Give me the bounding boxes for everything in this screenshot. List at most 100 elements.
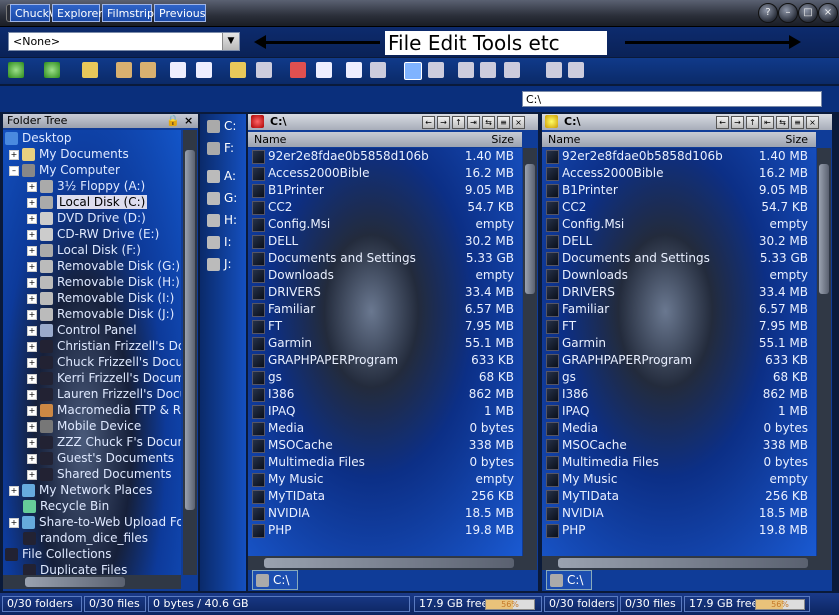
file-row[interactable]: My Music empty	[248, 471, 522, 488]
file-row[interactable]: PHP 19.8 MB	[542, 522, 816, 539]
file-row[interactable]: I386 862 MB	[542, 386, 816, 403]
file-row[interactable]: NVIDIA 18.5 MB	[248, 505, 522, 522]
scrollbar-thumb[interactable]	[558, 558, 808, 568]
tree-node[interactable]: + Removable Disk (H:)	[27, 274, 180, 290]
pane-tab[interactable]: C:\	[546, 570, 592, 590]
tree-node[interactable]: + My Documents	[9, 146, 129, 162]
file-row[interactable]: NVIDIA 18.5 MB	[542, 505, 816, 522]
console-icon[interactable]	[568, 62, 584, 78]
drive-button[interactable]: F:	[207, 140, 234, 156]
drive-button[interactable]: A:	[207, 168, 236, 184]
tab-explorer[interactable]: Explorer	[52, 4, 103, 22]
file-row[interactable]: Config.Msi empty	[542, 216, 816, 233]
up-folder-icon[interactable]	[82, 62, 98, 78]
tree-node[interactable]: + Control Panel	[27, 322, 137, 338]
file-row[interactable]: DRIVERS 33.4 MB	[248, 284, 522, 301]
vertical-scrollbar[interactable]	[523, 148, 537, 556]
maximize-button[interactable]: □	[798, 3, 818, 23]
find-icon[interactable]	[346, 62, 362, 78]
tree-node[interactable]: – My Computer	[9, 162, 120, 178]
column-size[interactable]: Size	[785, 132, 808, 147]
file-row[interactable]: DELL 30.2 MB	[248, 233, 522, 250]
tree-node[interactable]: + CD-RW Drive (E:)	[27, 226, 159, 242]
column-size[interactable]: Size	[491, 132, 514, 147]
drive-button[interactable]: H:	[207, 212, 237, 228]
tree-node[interactable]: random_dice_files	[23, 530, 148, 546]
paste-icon[interactable]	[170, 62, 186, 78]
file-row[interactable]: GRAPHPAPERProgram 633 KB	[248, 352, 522, 369]
drive-button[interactable]: J:	[207, 256, 232, 272]
drive-button[interactable]: I:	[207, 234, 232, 250]
tree-node[interactable]: + My Network Places	[9, 482, 152, 498]
drive-button[interactable]: G:	[207, 190, 237, 206]
tree-node[interactable]: + Removable Disk (I:)	[27, 290, 174, 306]
file-row[interactable]: Media 0 bytes	[248, 420, 522, 437]
file-row[interactable]: FT 7.95 MB	[542, 318, 816, 335]
tree-node-selected[interactable]: + Local Disk (C:)	[27, 194, 148, 210]
forward-icon[interactable]	[44, 62, 60, 78]
pane-tab[interactable]: C:\	[252, 570, 298, 590]
rename-icon[interactable]	[316, 62, 332, 78]
vertical-scrollbar[interactable]	[817, 148, 831, 556]
filmstrip-icon[interactable]	[428, 62, 444, 78]
chevron-down-icon[interactable]: ▼	[222, 33, 239, 50]
tree-node[interactable]: + Guest's Documents	[27, 450, 174, 466]
select-icon[interactable]	[504, 62, 520, 78]
tree-node[interactable]: +Macromedia FTP & RDS	[27, 402, 181, 418]
mail-icon[interactable]	[546, 62, 562, 78]
tree-node[interactable]: +Share-to-Web Upload Folder	[9, 514, 181, 530]
file-row[interactable]: Familiar 6.57 MB	[542, 301, 816, 318]
copy-icon[interactable]	[140, 62, 156, 78]
scrollbar-thumb[interactable]	[25, 577, 125, 587]
tree-node[interactable]: +ZZZ Chuck F's Documents	[27, 434, 181, 450]
tab-filmstrip[interactable]: Filmstrip	[102, 4, 154, 22]
file-row[interactable]: I386 862 MB	[248, 386, 522, 403]
file-row[interactable]: gs 68 KB	[248, 369, 522, 386]
tree-node[interactable]: + DVD Drive (D:)	[27, 210, 146, 226]
scrollbar-thumb[interactable]	[264, 558, 514, 568]
file-row[interactable]: DRIVERS 33.4 MB	[542, 284, 816, 301]
file-row[interactable]: Downloads empty	[248, 267, 522, 284]
dual-pane-icon[interactable]	[404, 62, 422, 80]
file-row[interactable]: 92er2e8fdae0b5858d106b 1.40 MB	[248, 148, 522, 165]
tree-node[interactable]: +Chuck Frizzell's Documents	[27, 354, 181, 370]
delete-icon[interactable]	[290, 62, 306, 78]
scrollbar-thumb[interactable]	[819, 164, 829, 294]
tree-node[interactable]: +Lauren Frizzell's Documents	[27, 386, 181, 402]
file-row[interactable]: IPAQ 1 MB	[248, 403, 522, 420]
tree-node[interactable]: Recycle Bin	[23, 498, 109, 514]
file-row[interactable]: MSOCache 338 MB	[542, 437, 816, 454]
copy-to-icon[interactable]	[196, 62, 212, 78]
file-row[interactable]: B1Printer 9.05 MB	[542, 182, 816, 199]
properties-icon[interactable]	[256, 62, 272, 78]
tab-chuck[interactable]: Chuck	[10, 4, 50, 22]
tree-node[interactable]: +3½ Floppy (A:)	[27, 178, 145, 194]
file-row[interactable]: Documents and Settings 5.33 GB	[542, 250, 816, 267]
tree-node[interactable]: + Shared Documents	[27, 466, 171, 482]
file-row[interactable]: CC2 54.7 KB	[248, 199, 522, 216]
file-row[interactable]: GRAPHPAPERProgram 633 KB	[542, 352, 816, 369]
column-name[interactable]: Name	[254, 132, 286, 147]
tree-node[interactable]: + Local Disk (F:)	[27, 242, 141, 258]
file-row[interactable]: Documents and Settings 5.33 GB	[248, 250, 522, 267]
file-row[interactable]: Familiar 6.57 MB	[248, 301, 522, 318]
tree-node[interactable]: + Removable Disk (G:)	[27, 258, 180, 274]
file-row[interactable]: B1Printer 9.05 MB	[248, 182, 522, 199]
horizontal-scrollbar[interactable]	[248, 556, 537, 570]
tree-node[interactable]: +Christian Frizzell's Documents	[27, 338, 181, 354]
file-row[interactable]: DELL 30.2 MB	[542, 233, 816, 250]
tree-node[interactable]: + Removable Disk (J:)	[27, 306, 174, 322]
file-row[interactable]: Access2000Bible 16.2 MB	[542, 165, 816, 182]
address-bar[interactable]: C:\	[522, 91, 822, 107]
pane-nav-buttons[interactable]: ← → ↑ ⇥ ⇆ ≡ ×	[420, 114, 525, 130]
file-row[interactable]: Garmin 55.1 MB	[542, 335, 816, 352]
tree-node[interactable]: Duplicate Files	[23, 562, 127, 575]
file-row[interactable]: Multimedia Files 0 bytes	[248, 454, 522, 471]
scrollbar-thumb[interactable]	[525, 164, 535, 294]
drive-button[interactable]: C:	[207, 118, 236, 134]
file-row[interactable]: CC2 54.7 KB	[542, 199, 816, 216]
scrollbar-thumb[interactable]	[185, 150, 195, 510]
tree-node[interactable]: File Collections	[5, 546, 112, 562]
file-row[interactable]: MyTIData 256 KB	[542, 488, 816, 505]
list-icon[interactable]	[458, 62, 474, 78]
